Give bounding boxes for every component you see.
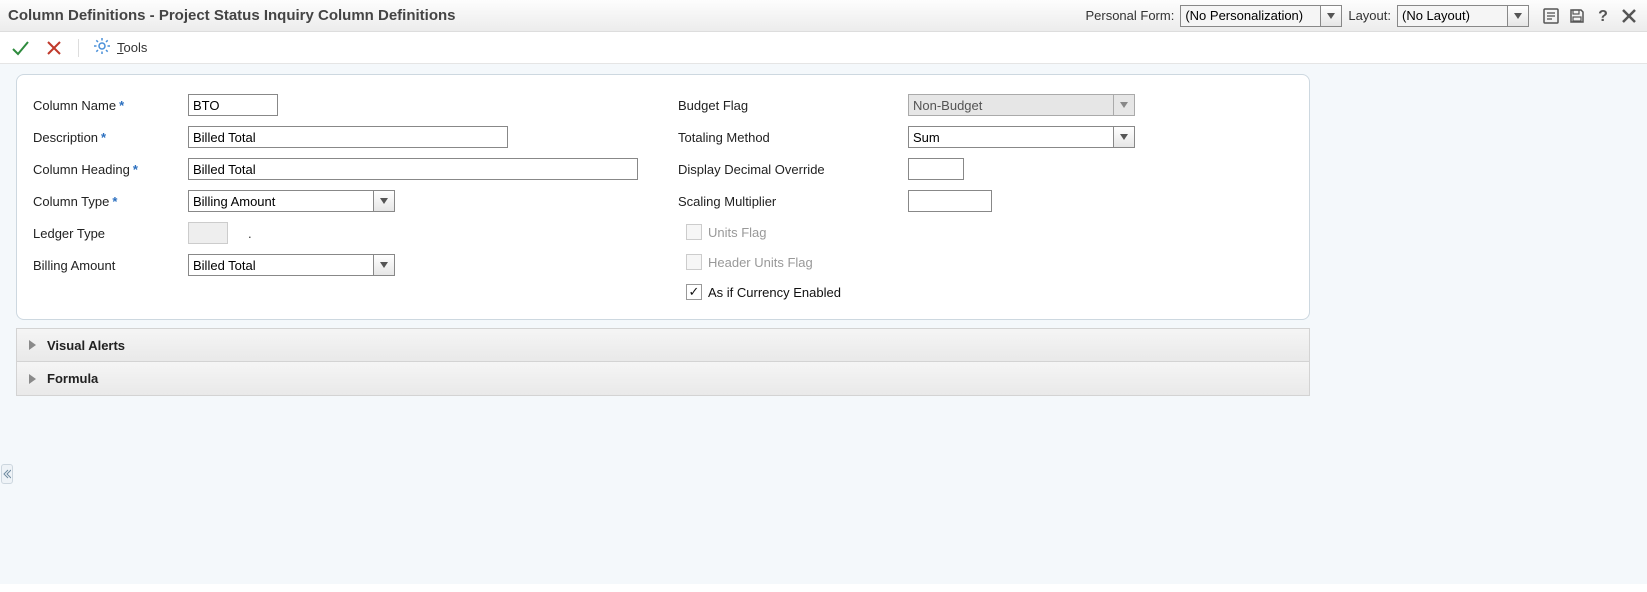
chevron-down-icon[interactable] — [1507, 5, 1529, 27]
header-bar: Column Definitions - Project Status Inqu… — [0, 0, 1647, 32]
notes-icon[interactable] — [1541, 6, 1561, 26]
layout-label: Layout: — [1348, 8, 1391, 23]
separator — [78, 39, 79, 57]
budget-flag-label: Budget Flag — [678, 98, 908, 113]
billing-amount-label: Billing Amount — [33, 258, 188, 273]
form-right-col: Budget Flag Totaling Method — [678, 89, 1293, 307]
header-right: Personal Form: Layout: ? — [1085, 5, 1639, 27]
acc-visual-alerts-label: Visual Alerts — [47, 338, 125, 353]
svg-text:?: ? — [1598, 8, 1608, 25]
column-name-input[interactable] — [188, 94, 278, 116]
row-units-flag: Units Flag — [686, 217, 1293, 247]
row-scaling-mult: Scaling Multiplier — [678, 185, 1293, 217]
description-input[interactable] — [188, 126, 508, 148]
ledger-type-input — [188, 222, 228, 244]
column-name-label: Column Name* — [33, 98, 188, 113]
tools-label: Tools — [117, 40, 147, 55]
billing-amount-value[interactable] — [188, 254, 373, 276]
form-panel: Column Name* Description* Column Heading… — [16, 74, 1310, 320]
row-display-decimal: Display Decimal Override — [678, 153, 1293, 185]
header-units-flag-label: Header Units Flag — [708, 255, 813, 270]
chevron-down-icon — [1113, 94, 1135, 116]
totaling-method-label: Totaling Method — [678, 130, 908, 145]
tools-menu[interactable]: Tools — [93, 37, 147, 58]
required-star-icon: * — [119, 98, 124, 113]
row-budget-flag: Budget Flag — [678, 89, 1293, 121]
required-star-icon: * — [133, 162, 138, 177]
chevron-down-icon[interactable] — [373, 190, 395, 212]
layout-value[interactable] — [1397, 5, 1507, 27]
header-units-flag-checkbox — [686, 254, 702, 270]
personal-form-label: Personal Form: — [1085, 8, 1174, 23]
totaling-method-value[interactable] — [908, 126, 1113, 148]
required-star-icon: * — [112, 194, 117, 209]
billing-amount-select[interactable] — [188, 254, 395, 276]
save-icon[interactable] — [1567, 6, 1587, 26]
ledger-type-label: Ledger Type — [33, 226, 188, 241]
row-description: Description* — [33, 121, 648, 153]
as-if-currency-label: As if Currency Enabled — [708, 285, 841, 300]
description-label: Description* — [33, 130, 188, 145]
display-decimal-input[interactable] — [908, 158, 964, 180]
caret-right-icon — [27, 373, 37, 385]
ledger-dot: . — [248, 226, 252, 241]
chevron-down-icon[interactable] — [373, 254, 395, 276]
side-collapse-button[interactable] — [1, 464, 13, 484]
close-icon[interactable] — [1619, 6, 1639, 26]
personal-form-value[interactable] — [1180, 5, 1320, 27]
budget-flag-value — [908, 94, 1113, 116]
row-ledger-type: Ledger Type . — [33, 217, 648, 249]
scaling-mult-input[interactable] — [908, 190, 992, 212]
caret-right-icon — [27, 339, 37, 351]
column-heading-input[interactable] — [188, 158, 638, 180]
content: Column Name* Description* Column Heading… — [0, 64, 1647, 584]
personal-form-select[interactable] — [1180, 5, 1342, 27]
chevron-down-icon[interactable] — [1113, 126, 1135, 148]
accordion: Visual Alerts Formula — [16, 328, 1310, 396]
row-column-name: Column Name* — [33, 89, 648, 121]
scaling-mult-label: Scaling Multiplier — [678, 194, 908, 209]
row-as-if-currency: As if Currency Enabled — [686, 277, 1293, 307]
column-heading-label: Column Heading* — [33, 162, 188, 177]
chevron-down-icon[interactable] — [1320, 5, 1342, 27]
totaling-method-select[interactable] — [908, 126, 1135, 148]
as-if-currency-checkbox[interactable] — [686, 284, 702, 300]
column-type-select[interactable] — [188, 190, 395, 212]
acc-visual-alerts[interactable]: Visual Alerts — [16, 328, 1310, 362]
row-billing-amount: Billing Amount — [33, 249, 648, 281]
acc-formula[interactable]: Formula — [16, 362, 1310, 396]
row-totaling-method: Totaling Method — [678, 121, 1293, 153]
gear-icon — [93, 37, 111, 58]
acc-formula-label: Formula — [47, 371, 98, 386]
column-type-label: Column Type* — [33, 194, 188, 209]
row-column-heading: Column Heading* — [33, 153, 648, 185]
units-flag-checkbox — [686, 224, 702, 240]
help-icon[interactable]: ? — [1593, 6, 1613, 26]
budget-flag-select — [908, 94, 1135, 116]
row-header-units-flag: Header Units Flag — [686, 247, 1293, 277]
header-icons: ? — [1541, 6, 1639, 26]
form-left-col: Column Name* Description* Column Heading… — [33, 89, 648, 307]
required-star-icon: * — [101, 130, 106, 145]
ok-check-icon[interactable] — [10, 38, 30, 58]
toolbar: Tools — [0, 32, 1647, 64]
cancel-x-icon[interactable] — [44, 38, 64, 58]
row-column-type: Column Type* — [33, 185, 648, 217]
page-title: Column Definitions - Project Status Inqu… — [8, 7, 456, 24]
units-flag-label: Units Flag — [708, 225, 767, 240]
layout-select[interactable] — [1397, 5, 1529, 27]
display-decimal-label: Display Decimal Override — [678, 162, 908, 177]
column-type-value[interactable] — [188, 190, 373, 212]
